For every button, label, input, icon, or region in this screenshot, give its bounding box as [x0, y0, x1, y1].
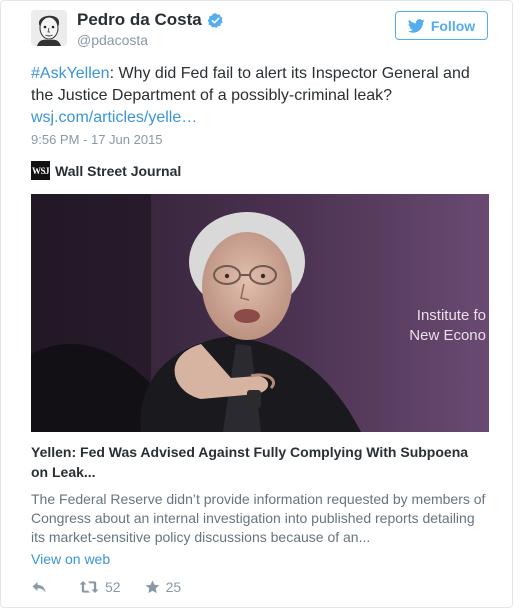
card-image[interactable]: Institute fo New Econo	[31, 194, 489, 432]
tweet-actions: 52 25	[31, 579, 181, 595]
verified-badge-icon	[207, 12, 223, 28]
article-card[interactable]: Institute fo New Econo Yellen: Fed Was A…	[31, 194, 489, 547]
card-source[interactable]: WSJ Wall Street Journal	[31, 161, 181, 180]
wsj-logo-icon: WSJ	[31, 161, 50, 180]
hashtag-link[interactable]: #AskYellen	[31, 65, 110, 82]
article-link[interactable]: wsj.com/articles/yelle…	[31, 109, 197, 126]
follow-label: Follow	[430, 17, 476, 34]
reply-button[interactable]	[31, 580, 47, 594]
avatar[interactable]	[31, 10, 67, 46]
retweet-icon	[79, 581, 99, 593]
author-handle[interactable]: @pdacosta	[77, 32, 224, 48]
author-name[interactable]: Pedro da Costa	[77, 10, 202, 30]
tweet-card: Pedro da Costa @pdacosta Follow #AskYell…	[0, 0, 513, 608]
tweet-text: #AskYellen: Why did Fed fail to alert it…	[31, 63, 491, 129]
star-icon	[145, 580, 159, 594]
card-description: The Federal Reserve didn’t provide infor…	[31, 491, 486, 545]
follow-button[interactable]: Follow	[395, 11, 488, 40]
twitter-bird-icon	[407, 18, 425, 33]
reply-icon	[32, 582, 46, 593]
retweet-button[interactable]: 52	[79, 579, 121, 595]
timestamp[interactable]: 9:56 PM - 17 Jun 2015	[31, 132, 163, 147]
image-banner-line-1: Institute fo	[417, 307, 486, 324]
favorite-count: 25	[165, 579, 182, 595]
retweet-count: 52	[105, 579, 121, 595]
author-block: Pedro da Costa @pdacosta	[77, 10, 224, 48]
view-on-web-link[interactable]: View on web	[31, 551, 110, 567]
avatar-sketch-icon	[31, 10, 67, 46]
image-banner-line-2: New Econo	[409, 327, 486, 344]
card-title[interactable]: Yellen: Fed Was Advised Against Fully Co…	[31, 442, 489, 482]
favorite-button[interactable]: 25	[145, 579, 182, 595]
card-source-name: Wall Street Journal	[55, 162, 182, 179]
